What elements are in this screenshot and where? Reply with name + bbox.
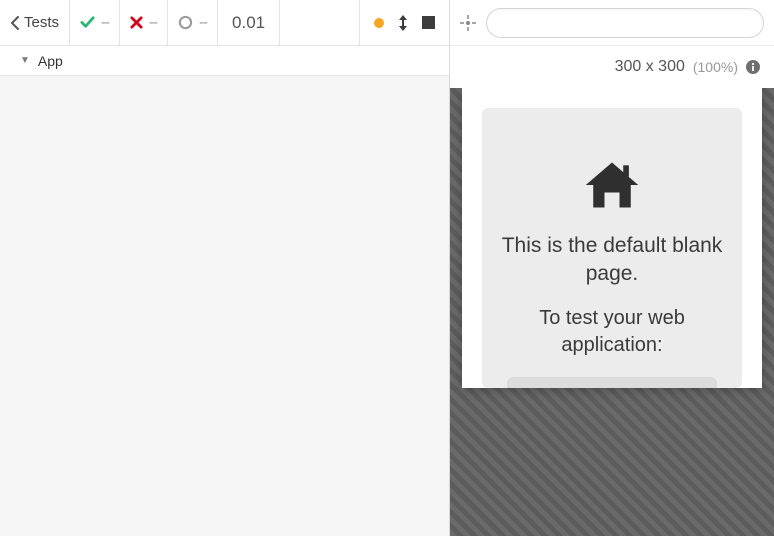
viewport-dimensions: 300 x 300 [615,58,685,76]
right-panel: 300 x 300 (100%) This is the default bla… [450,0,774,536]
hint-placeholder [507,377,717,388]
duration-value: 0.01 [232,13,265,33]
back-to-tests-button[interactable]: Tests [0,0,70,45]
top-toolbar: Tests -- -- -- 0.01 [0,0,449,46]
preview-area: This is the default blank page. To test … [450,88,774,536]
selector-target-icon[interactable] [460,15,476,31]
spec-title: App [38,53,63,69]
back-label: Tests [24,14,59,31]
default-page-line2: To test your web application: [500,305,724,359]
resize-vertical-icon[interactable] [398,15,408,31]
circle-icon [178,15,193,30]
passed-count: -- [70,0,120,45]
default-page-card: This is the default blank page. To test … [482,108,742,388]
duration: 0.01 [218,0,280,45]
pending-count: -- [168,0,218,45]
url-bar [450,0,774,46]
x-icon [130,16,143,29]
failed-value: -- [149,14,157,31]
caret-down-icon: ▼ [20,55,30,66]
default-page-line1: This is the default blank page. [500,232,724,289]
app-preview-frame: This is the default blank page. To test … [462,88,762,388]
failed-count: -- [120,0,168,45]
viewport-zoom: (100%) [693,59,738,75]
check-icon [80,15,95,30]
pending-value: -- [199,14,207,31]
home-icon [582,158,642,212]
info-icon[interactable] [746,60,760,74]
left-panel: Tests -- -- -- 0.01 ▼ App [0,0,450,536]
viewport-info: 300 x 300 (100%) [450,46,774,88]
status-indicator-icon [374,18,384,28]
toolbar-spacer [280,0,359,45]
passed-value: -- [101,14,109,31]
spec-row[interactable]: ▼ App [0,46,449,76]
run-controls [359,0,449,45]
stop-button[interactable] [422,16,435,29]
url-input[interactable] [486,8,764,38]
chevron-left-icon [10,16,20,30]
